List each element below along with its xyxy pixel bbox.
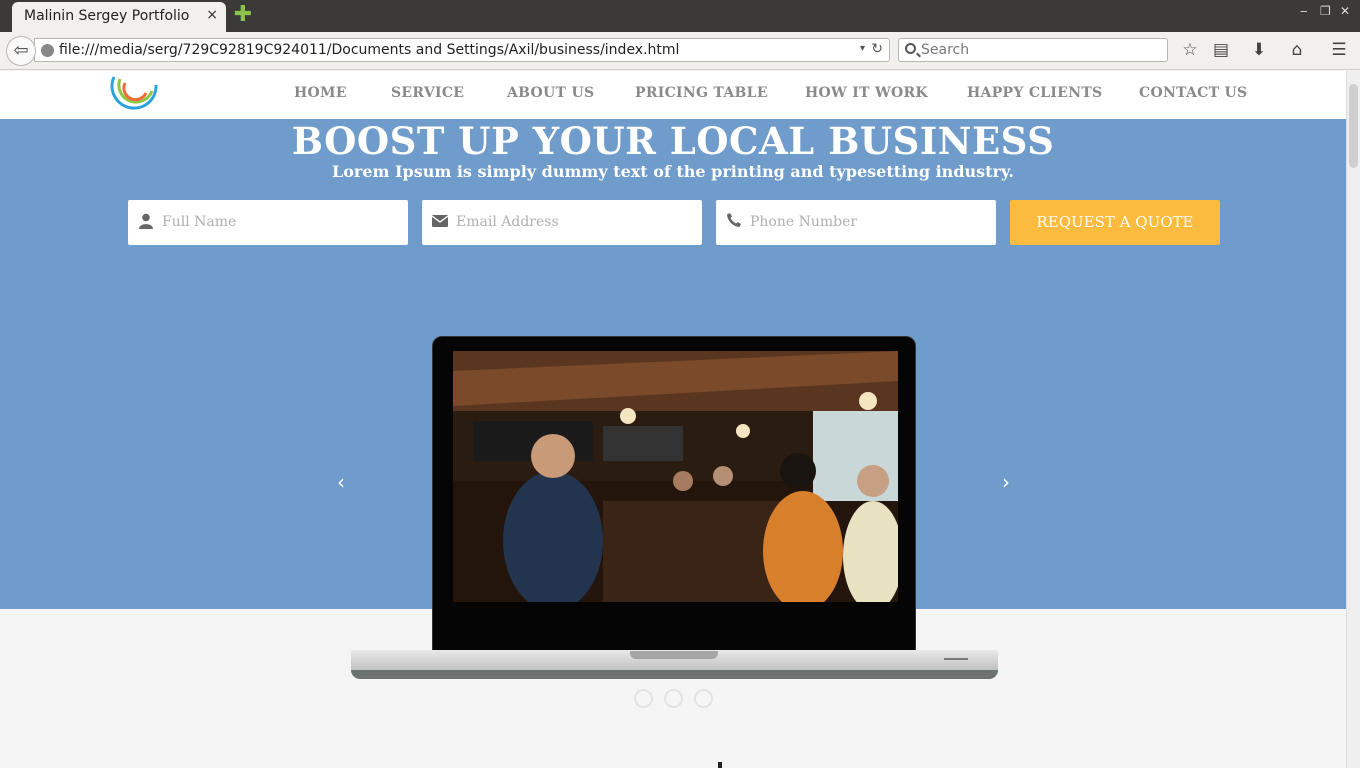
restore-icon[interactable]: ❐: [1320, 4, 1331, 18]
slide-image: [453, 351, 898, 602]
browser-tab-bar: Malinin Sergey Portfolio × ✚ ‒ ❐ ✕: [0, 0, 1360, 32]
hero-subtitle: Lorem Ipsum is simply dummy text of the …: [332, 162, 1014, 181]
bookmark-star-icon[interactable]: ☆: [1179, 40, 1201, 60]
nav-about-us[interactable]: ABOUT US: [507, 85, 594, 101]
globe-icon: [41, 44, 54, 57]
phone-input[interactable]: [750, 208, 986, 236]
carousel-next-icon[interactable]: ›: [998, 472, 1014, 492]
laptop-bottom: [351, 670, 998, 679]
email-field[interactable]: [422, 200, 702, 245]
full-name-field[interactable]: [128, 200, 408, 245]
reading-list-icon[interactable]: ▤: [1210, 40, 1232, 60]
tab-close-icon[interactable]: ×: [206, 7, 218, 23]
nav-pricing-table[interactable]: PRICING TABLE: [635, 85, 768, 101]
url-dropdown-icon[interactable]: ▾: [860, 43, 865, 54]
search-placeholder: Search: [921, 42, 970, 58]
logo[interactable]: [110, 71, 160, 119]
nav-how-it-work[interactable]: HOW IT WORK: [805, 85, 928, 101]
new-tab-icon[interactable]: ✚: [232, 4, 254, 26]
full-name-input[interactable]: [162, 208, 398, 236]
reload-icon[interactable]: ↻: [871, 41, 883, 57]
envelope-icon: [431, 213, 449, 231]
laptop-slot: [944, 658, 968, 660]
nav-happy-clients[interactable]: HAPPY CLIENTS: [967, 85, 1102, 101]
menu-icon[interactable]: ☰: [1328, 40, 1350, 60]
site-header: HOME SERVICE ABOUT US PRICING TABLE HOW …: [0, 71, 1346, 119]
scrollbar-thumb[interactable]: [1349, 84, 1358, 168]
url-bar[interactable]: file:///media/serg/729C92819C924011/Docu…: [34, 38, 890, 62]
nav-contact-us[interactable]: CONTACT US: [1139, 85, 1247, 101]
user-icon: [138, 213, 154, 231]
page-scrollbar[interactable]: [1346, 71, 1360, 768]
home-icon[interactable]: ⌂: [1286, 40, 1308, 60]
browser-search-field[interactable]: Search: [898, 38, 1168, 62]
url-text[interactable]: file:///media/serg/729C92819C924011/Docu…: [59, 42, 679, 58]
carousel-indicator-1[interactable]: [634, 689, 653, 708]
download-icon[interactable]: ⬇: [1248, 40, 1270, 60]
phone-icon: [726, 213, 742, 231]
minimize-icon[interactable]: ‒: [1300, 4, 1308, 18]
carousel-indicator-3[interactable]: [694, 689, 713, 708]
search-icon: [905, 43, 916, 54]
nav-home[interactable]: HOME: [294, 85, 347, 101]
nav-service[interactable]: SERVICE: [391, 85, 464, 101]
hero-title: BOOST UP YOUR LOCAL BUSINESS: [291, 119, 1055, 163]
carousel-indicator-2[interactable]: [664, 689, 683, 708]
close-window-icon[interactable]: ✕: [1340, 4, 1350, 18]
browser-tab[interactable]: Malinin Sergey Portfolio ×: [12, 2, 226, 32]
phone-field[interactable]: [716, 200, 996, 245]
next-section-fragment: [718, 762, 722, 768]
laptop-notch: [630, 651, 718, 659]
email-input[interactable]: [456, 208, 692, 236]
request-quote-button[interactable]: REQUEST A QUOTE: [1010, 200, 1220, 245]
browser-navigation-bar: file:///media/serg/729C92819C924011/Docu…: [0, 32, 1360, 70]
tab-title: Malinin Sergey Portfolio: [24, 8, 190, 24]
carousel-prev-icon[interactable]: ‹: [333, 472, 349, 492]
back-button[interactable]: ⇦: [6, 36, 36, 66]
